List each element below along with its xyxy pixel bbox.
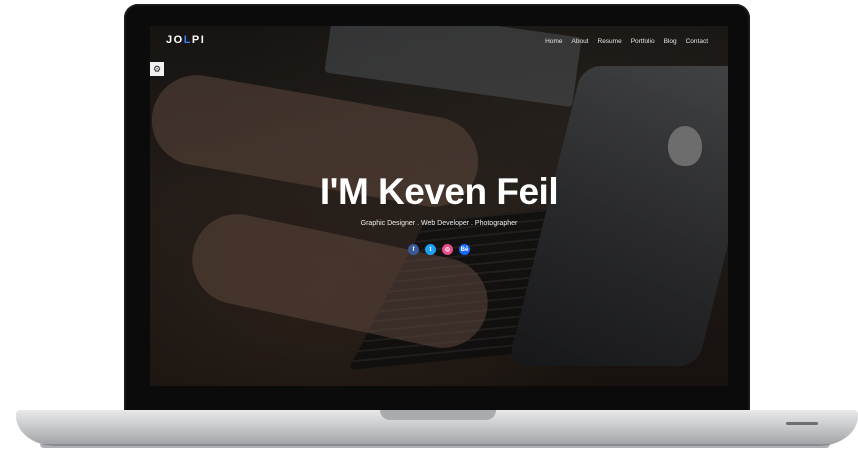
laptop-slot bbox=[786, 422, 818, 425]
laptop-screen: JOLPI Home About Resume Portfolio Blog C… bbox=[150, 26, 728, 386]
facebook-icon[interactable]: f bbox=[408, 244, 419, 255]
laptop-opening-notch bbox=[380, 410, 496, 420]
logo-accent: L bbox=[183, 34, 192, 46]
twitter-icon[interactable]: t bbox=[425, 244, 436, 255]
nav-home[interactable]: Home bbox=[545, 38, 562, 45]
nav-blog[interactable]: Blog bbox=[664, 38, 677, 45]
nav-portfolio[interactable]: Portfolio bbox=[631, 38, 655, 45]
settings-glyph: ⚙ bbox=[152, 63, 162, 74]
hero-title: I'M Keven Feil bbox=[319, 171, 559, 212]
social-links: f t ◎ Bē bbox=[150, 244, 728, 255]
behance-icon[interactable]: Bē bbox=[459, 244, 470, 255]
hero-subtitle: Graphic Designer . Web Developer . Photo… bbox=[360, 220, 518, 227]
main-nav: Home About Resume Portfolio Blog Contact bbox=[545, 38, 708, 45]
dribbble-icon[interactable]: ◎ bbox=[442, 244, 453, 255]
settings-icon[interactable]: ⚙ bbox=[150, 62, 164, 76]
nav-about[interactable]: About bbox=[572, 38, 589, 45]
nav-resume[interactable]: Resume bbox=[598, 38, 622, 45]
logo-text: JO bbox=[166, 34, 184, 46]
laptop-base-bottom bbox=[40, 444, 830, 448]
logo-text: PI bbox=[191, 34, 206, 46]
site-logo[interactable]: JOLPI bbox=[166, 34, 205, 46]
nav-contact[interactable]: Contact bbox=[686, 38, 708, 45]
